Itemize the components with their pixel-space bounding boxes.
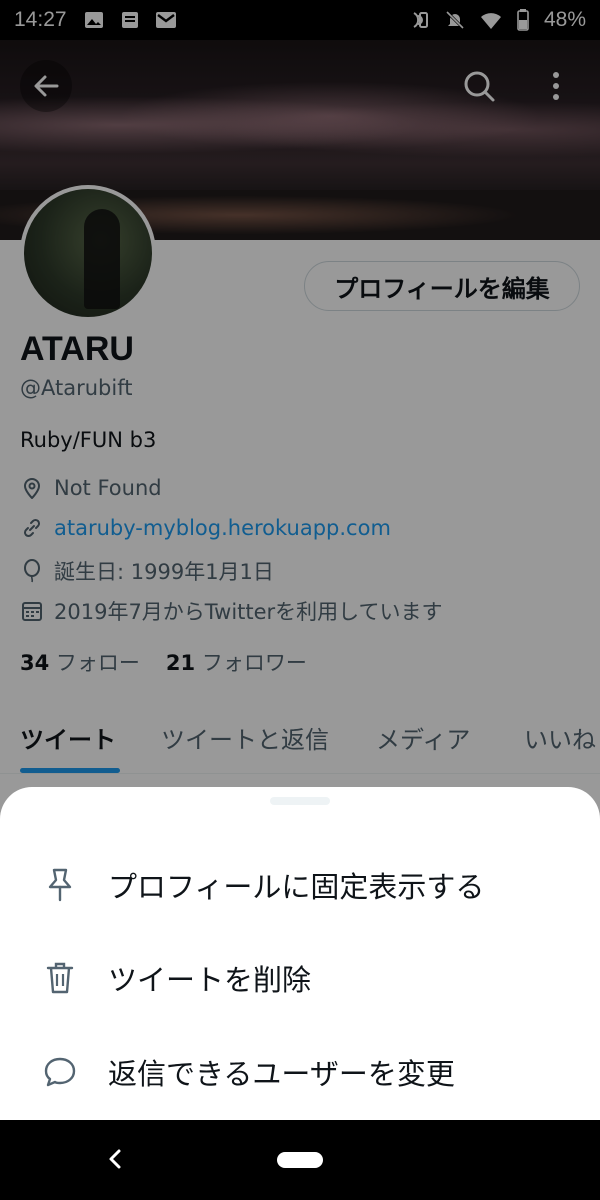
menu-item-change-reply-audience[interactable]: 返信できるユーザーを変更 xyxy=(0,1032,600,1112)
menu-item-delete-tweet[interactable]: ツイートを削除 xyxy=(0,938,600,1018)
menu-item-label: ツイートを削除 xyxy=(108,963,312,997)
menu-item-pin-to-profile[interactable]: プロフィールに固定表示する xyxy=(0,845,600,925)
tweet-options-sheet: プロフィールに固定表示する ツイートを削除 返信できるユーザーを変更 xyxy=(0,787,600,1120)
speech-bubble-icon xyxy=(42,1054,78,1090)
nav-back-button[interactable] xyxy=(100,1144,130,1174)
menu-item-label: 返信できるユーザーを変更 xyxy=(108,1057,455,1091)
menu-item-label: プロフィールに固定表示する xyxy=(108,870,485,904)
sheet-grabber[interactable] xyxy=(270,797,330,805)
pin-icon xyxy=(42,867,78,903)
nav-home-pill[interactable] xyxy=(277,1152,323,1168)
trash-icon xyxy=(42,960,78,996)
system-nav-bar xyxy=(0,1120,600,1200)
